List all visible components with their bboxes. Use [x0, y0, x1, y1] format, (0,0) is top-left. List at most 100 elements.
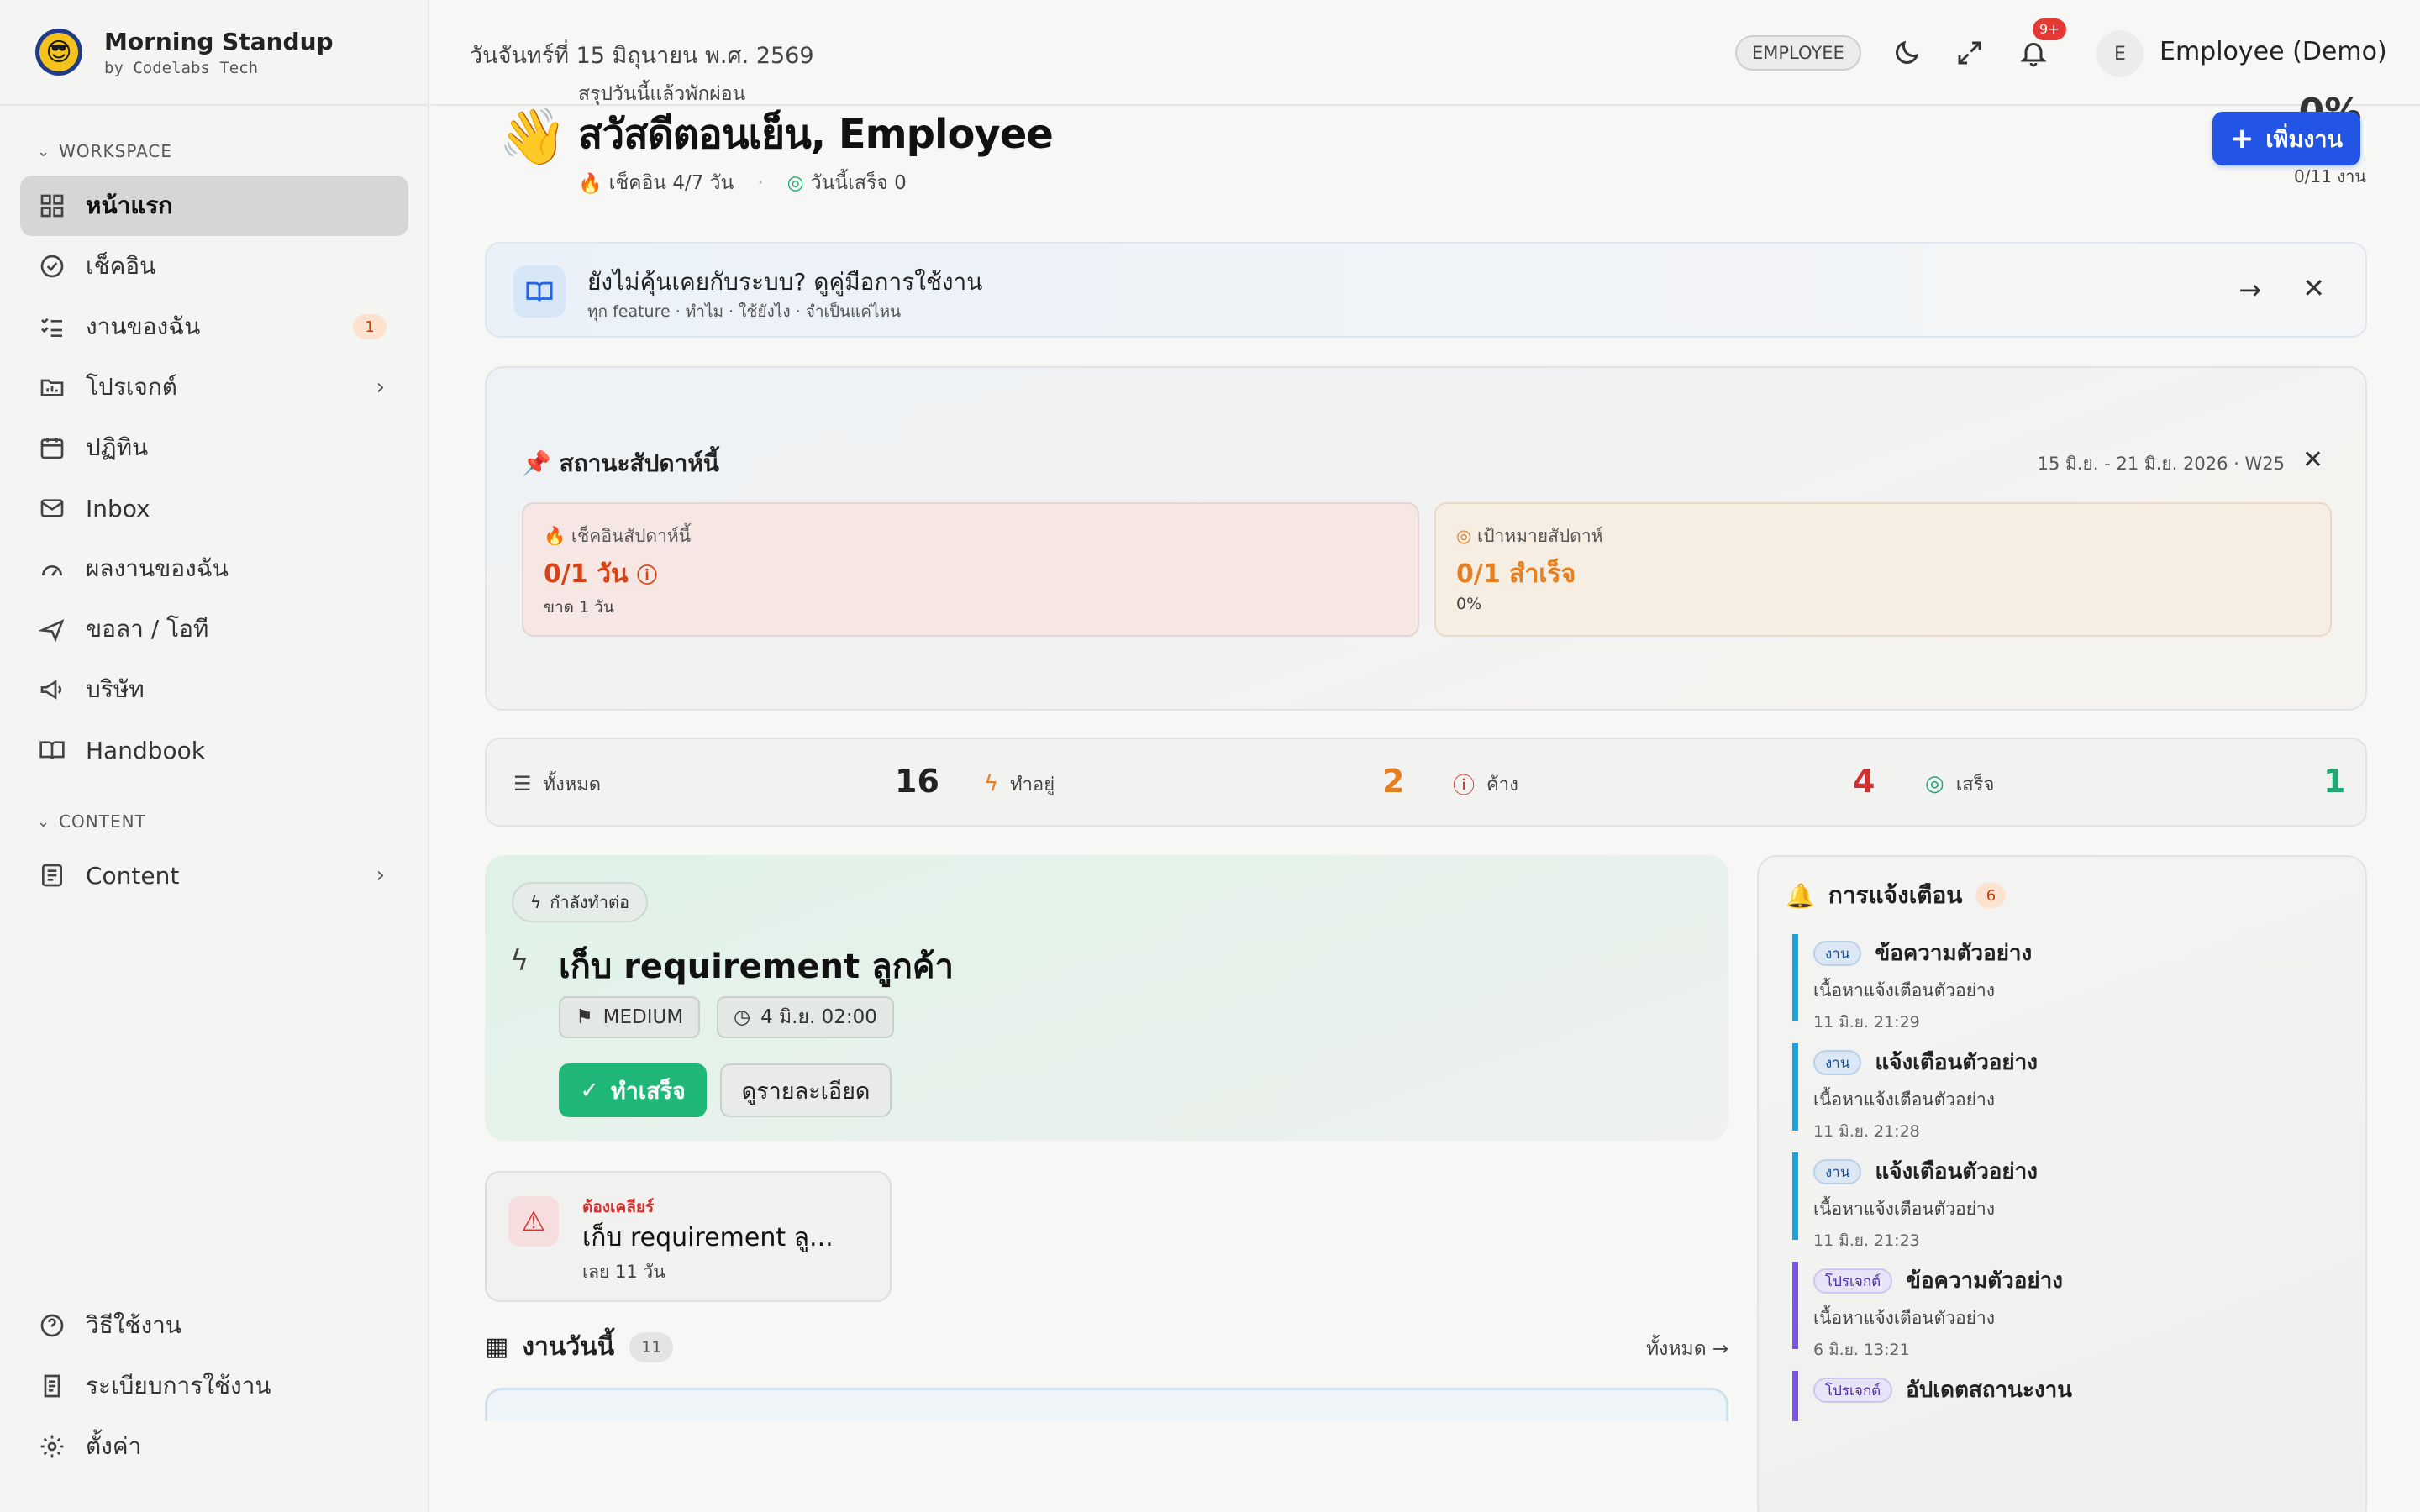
notifications-button[interactable] — [2016, 35, 2051, 71]
weekly-goal-value: 0/1 สำเร็จ — [1456, 559, 1576, 589]
help-circle-icon — [40, 1314, 64, 1337]
sidebar-item-content[interactable]: Content › — [20, 845, 408, 906]
notification-tag: งาน — [1813, 1158, 1862, 1184]
sidebar-item-rules[interactable]: ระเบียบการใช้งาน — [20, 1356, 408, 1416]
bolt-icon: ϟ — [510, 944, 529, 978]
stat-done[interactable]: ◎ เสร็จ — [1925, 739, 1994, 828]
weekly-checkin-sub: ขาด 1 วัน — [544, 598, 614, 617]
brand-subtitle: by Codelabs Tech — [104, 58, 259, 77]
greeting-meta: 🔥 เช็คอิน 4/7 วัน · ◎ วันนี้เสร็จ 0 — [578, 168, 907, 198]
notification-title: แจ้งเตือนตัวอย่าง — [1875, 1050, 2038, 1075]
theme-toggle-button[interactable] — [1889, 35, 1924, 71]
alert-circle-icon: ⓘ — [1453, 773, 1476, 799]
check-circle-icon: ◎ — [1925, 771, 1944, 796]
waving-hand-icon: 👋 — [498, 104, 568, 169]
gauge-icon — [42, 565, 62, 576]
guide-title: ยังไม่คุ้นเคยกับระบบ? ดูคู่มือการใช้งาน — [587, 268, 983, 296]
check-icon: ✓ — [580, 1077, 599, 1104]
sidebar-item-leave[interactable]: ขอลา / โอที — [20, 599, 408, 659]
workspace-label: WORKSPACE — [59, 141, 173, 161]
stat-total[interactable]: ☰ ทั้งหมด — [513, 739, 601, 828]
gear-icon — [40, 1435, 64, 1458]
continue-task-title[interactable]: เก็บ requirement ลูกค้า — [559, 939, 954, 993]
logo-icon: 😎 — [35, 29, 82, 76]
sidebar-item-label: บริษัท — [86, 675, 145, 703]
newspaper-icon — [42, 864, 62, 887]
sidebar-item-home[interactable]: หน้าแรก — [20, 176, 408, 236]
arrow-right-icon[interactable]: → — [2238, 274, 2261, 306]
stat-overdue[interactable]: ⓘ ค้าง — [1453, 739, 1518, 828]
stat-overdue-value: 4 — [1853, 763, 1876, 800]
stat-in-progress[interactable]: ϟ ทำอยู่ — [984, 739, 1055, 828]
fullscreen-button[interactable] — [1952, 35, 1987, 71]
alert-subtitle: เลย 11 วัน — [582, 1262, 666, 1282]
plane-icon — [39, 619, 65, 643]
notification-title: ข้อความตัวอย่าง — [1906, 1268, 2063, 1294]
notification-time: 11 มิ.ย. 21:28 — [1813, 1122, 1920, 1141]
guide-subtitle: ทุก feature · ทำไม · ใช้ยังไง · จำเป็นแค… — [587, 302, 902, 321]
sidebar-item-label: งานของฉัน — [86, 312, 201, 340]
avatar[interactable]: E — [2096, 30, 2144, 77]
notification-count-badge: 9+ — [2033, 18, 2066, 40]
sidebar-item-inbox[interactable]: Inbox — [20, 478, 408, 538]
notification-item[interactable]: งาน ข้อความตัวอย่าง เนื้อหาแจ้งเตือนตัวอย… — [1792, 934, 2330, 1032]
sidebar-item-settings[interactable]: ตั้งค่า — [20, 1416, 408, 1477]
add-task-button[interactable]: + เพิ่มงาน — [2212, 112, 2360, 165]
bolt-icon: ϟ — [530, 892, 542, 912]
chevron-down-icon: ⌄ — [37, 812, 51, 831]
chevron-right-icon: › — [376, 375, 385, 400]
stat-label: ค้าง — [1486, 774, 1518, 795]
sidebar-item-help[interactable]: วิธีใช้งาน — [20, 1295, 408, 1356]
workspace-section-header[interactable]: ⌄ WORKSPACE — [0, 134, 172, 168]
mark-done-button[interactable]: ✓ ทำเสร็จ — [559, 1063, 707, 1117]
expand-icon — [1958, 41, 1981, 65]
plus-icon: + — [2229, 122, 2254, 155]
alert-circle-icon: ⓘ — [636, 564, 657, 587]
check-circle-icon — [40, 255, 64, 278]
sidebar-item-checkin[interactable]: เช็คอิน — [20, 236, 408, 297]
notification-item[interactable]: โปรเจกต์ ข้อความตัวอย่าง เนื้อหาแจ้งเตือน… — [1792, 1262, 2330, 1359]
sidebar-item-label: ปฏิทิน — [86, 433, 149, 461]
stat-label: ทำอยู่ — [1010, 774, 1055, 795]
content-label: CONTENT — [59, 811, 146, 832]
dashboard-icon — [40, 194, 64, 218]
sidebar-item-company[interactable]: บริษัท — [20, 659, 408, 720]
notification-item[interactable]: โปรเจกต์ อัปเดตสถานะงาน — [1792, 1371, 2330, 1421]
notification-item[interactable]: งาน แจ้งเตือนตัวอย่าง เนื้อหาแจ้งเตือนตัว… — [1792, 1043, 2330, 1141]
sidebar-item-label: เช็คอิน — [86, 252, 156, 280]
notification-item[interactable]: งาน แจ้งเตือนตัวอย่าง เนื้อหาแจ้งเตือนตัว… — [1792, 1152, 2330, 1250]
notification-title: แจ้งเตือนตัวอย่าง — [1875, 1159, 2038, 1184]
week-range: 15 มิ.ย. - 21 มิ.ย. 2026 · W25 — [2037, 454, 2285, 474]
notification-body: เนื้อหาแจ้งเตือนตัวอย่าง — [1813, 980, 1996, 1000]
view-details-button[interactable]: ดูรายละเอียด — [720, 1063, 892, 1117]
bolt-icon: ϟ — [984, 771, 999, 796]
today-task-ratio: 0/11 งาน — [2294, 166, 2366, 186]
today-view-all-link[interactable]: ทั้งหมด → — [1646, 1334, 1728, 1364]
close-icon[interactable]: ✕ — [2302, 272, 2325, 304]
sidebar-item-calendar[interactable]: ปฏิทิน — [20, 417, 408, 478]
user-name[interactable]: Employee (Demo) — [2160, 37, 2387, 66]
flame-icon: 🔥 — [544, 526, 566, 546]
sidebar-item-label: วิธีใช้งาน — [86, 1311, 182, 1339]
sidebar-item-handbook[interactable]: Handbook — [20, 720, 408, 780]
brand-title: Morning Standup — [104, 27, 334, 55]
list-checks-icon: ☰ — [513, 772, 532, 795]
brand[interactable]: 😎 Morning Standup by Codelabs Tech — [0, 0, 428, 106]
sidebar-item-my-tasks[interactable]: งานของฉัน 1 — [20, 297, 408, 357]
sidebar-item-label: Inbox — [86, 494, 150, 522]
notifications-count-badge: 6 — [1975, 883, 2007, 908]
mail-icon — [40, 499, 64, 517]
guide-banner[interactable]: ยังไม่คุ้นเคยกับระบบ? ดูคู่มือการใช้งาน … — [485, 242, 2367, 338]
sidebar-item-projects[interactable]: โปรเจกต์ › — [20, 357, 408, 417]
overdue-alert-card[interactable]: ⚠ ต้องเคลียร์ เก็บ requirement ลู... เลย… — [485, 1171, 892, 1302]
weekly-checkin-label: 🔥 เช็คอินสัปดาห์นี้ — [544, 526, 692, 546]
close-icon[interactable]: ✕ — [2302, 445, 2323, 475]
sidebar-item-performance[interactable]: ผลงานของฉัน — [20, 538, 408, 599]
content-section-header[interactable]: ⌄ CONTENT — [0, 805, 146, 838]
main-content: 👋 สรุปวันนี้แล้วพักผ่อน สวัสดีตอนเย็น, E… — [431, 83, 2420, 1512]
weekly-goal-sub: 0% — [1456, 595, 1482, 613]
alert-tag: ต้องเคลียร์ — [582, 1198, 655, 1216]
sidebar-item-label: โปรเจกต์ — [86, 373, 177, 401]
notification-body: เนื้อหาแจ้งเตือนตัวอย่าง — [1813, 1089, 1996, 1110]
today-task-list — [485, 1388, 1728, 1421]
